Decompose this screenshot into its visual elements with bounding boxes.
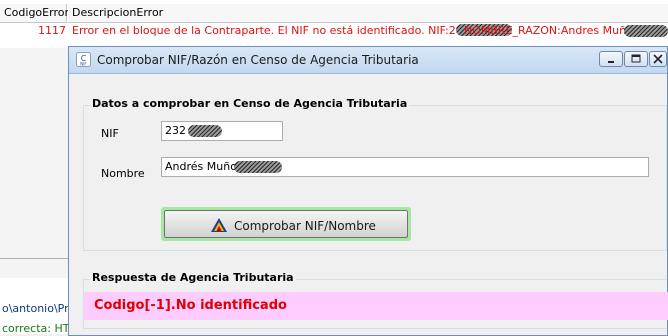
- close-button[interactable]: [649, 51, 667, 67]
- dialog-titlebar[interactable]: C NIF Comprobar NIF/Razón en Censo de Ag…: [69, 47, 667, 74]
- app-icon: C NIF: [76, 52, 91, 67]
- nif-input[interactable]: 232: [161, 121, 283, 141]
- nif-value: 232: [165, 124, 186, 137]
- redaction-scribble: [624, 25, 668, 37]
- maximize-button[interactable]: [624, 51, 648, 67]
- error-description-cell: Error en el bloque de la Contraparte. El…: [72, 22, 512, 40]
- close-icon: [653, 54, 663, 64]
- error-description-suffix: NOMBRE_RAZON:Andres Muño: [464, 24, 633, 37]
- response-section-title: Respuesta de Agencia Tributaria: [90, 271, 296, 284]
- check-nif-button-label: Comprobar NIF/Nombre: [234, 219, 376, 233]
- redaction-scribble: [234, 161, 282, 173]
- check-nif-button[interactable]: Comprobar NIF/Nombre: [161, 207, 411, 241]
- maximize-icon: [631, 54, 641, 63]
- nombre-input[interactable]: Andrés Muñoz: [161, 157, 649, 177]
- result-message: Codigo[-1].No identificado: [84, 292, 668, 320]
- column-header-codigo-error[interactable]: CodigoError: [0, 4, 69, 23]
- nombre-label: Nombre: [101, 167, 145, 180]
- input-section-title: Datos a comprobar en Censo de Agencia Tr…: [90, 97, 410, 110]
- minimize-icon: [608, 61, 614, 63]
- check-nif-dialog: C NIF Comprobar NIF/Razón en Censo de Ag…: [68, 46, 668, 336]
- response-groupbox: Respuesta de Agencia Tributaria Codigo[-…: [83, 271, 668, 329]
- nombre-value: Andrés Muñoz: [165, 160, 243, 173]
- table-row[interactable]: 1117 Error en el bloque de la Contrapart…: [0, 22, 668, 40]
- svg-text:NIF: NIF: [80, 62, 87, 67]
- dialog-title: Comprobar NIF/Razón en Censo de Agencia …: [97, 53, 419, 67]
- agencia-tributaria-icon: [211, 218, 227, 232]
- redaction-scribble: [188, 125, 222, 137]
- nif-label: NIF: [101, 127, 119, 140]
- minimize-button[interactable]: [599, 51, 623, 67]
- output-status-text: correcta: HTT: [2, 322, 76, 335]
- panel-splitter[interactable]: [0, 258, 70, 259]
- error-description-prefix: Error en el bloque de la Contraparte. El…: [72, 24, 456, 37]
- error-code-cell: 1117: [38, 24, 66, 37]
- column-header-descripcion-error[interactable]: DescripcionError: [68, 4, 668, 23]
